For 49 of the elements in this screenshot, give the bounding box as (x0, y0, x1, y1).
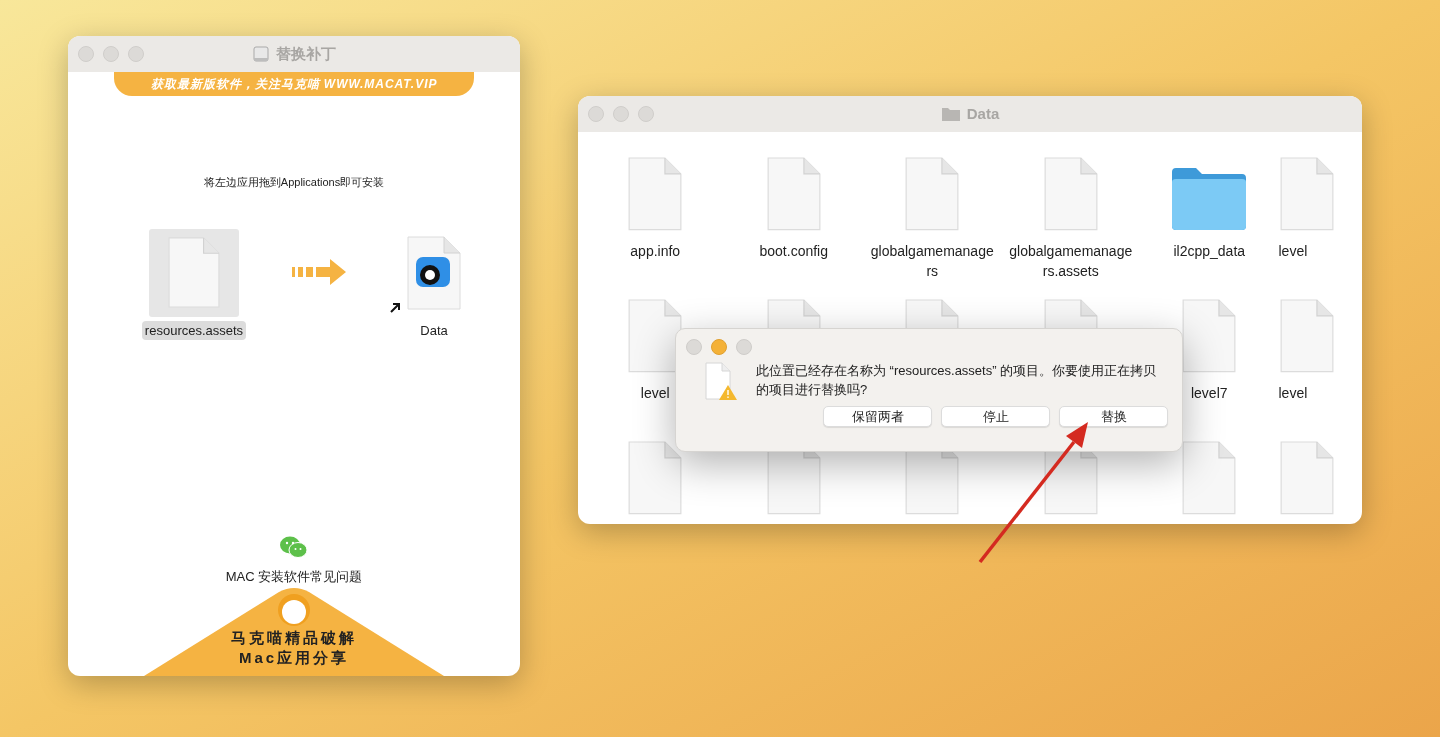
file-name: level (639, 384, 671, 403)
window-title: Data (966, 103, 1000, 124)
file-name: level (1278, 242, 1308, 261)
faq-link[interactable]: MAC 安装软件常见问题 (225, 566, 363, 586)
window-control[interactable] (613, 106, 629, 122)
app-document-icon[interactable] (405, 234, 463, 311)
file-icon (1042, 156, 1099, 232)
window-control[interactable] (103, 46, 119, 62)
file-name: level7 (1189, 384, 1229, 403)
source-item-icon-frame[interactable] (149, 228, 239, 317)
promo-banner: 获取最新版软件，关注马克喵 WWW.MACAT.VIP (114, 72, 474, 96)
file-icon (1278, 440, 1335, 516)
file-icon (1278, 298, 1335, 374)
file-name: globalgamemanagers.assets (1008, 242, 1133, 281)
window-control[interactable] (78, 46, 94, 62)
window-control[interactable] (736, 339, 752, 355)
window-control[interactable] (128, 46, 144, 62)
file-name: boot.config (758, 242, 829, 261)
file-icon (765, 156, 822, 232)
window-control[interactable] (588, 106, 604, 122)
file-warning-icon (704, 361, 738, 401)
window-title: 替换补丁 (276, 43, 336, 64)
dialog-button[interactable]: 停止 (941, 406, 1050, 427)
file-icon (1278, 156, 1335, 232)
mascot-avatar (278, 594, 310, 626)
item-label: Data (420, 321, 448, 340)
alias-arrow-icon (389, 300, 401, 313)
file-icon (627, 156, 684, 232)
file-name: globalgamemanagers (870, 242, 995, 281)
dialog-button[interactable]: 替换 (1059, 406, 1168, 427)
window-control[interactable] (711, 339, 727, 355)
dialog-message: 此位置已经存在名称为 “resources.assets” 的项目。你要使用正在拷贝的项目进行替换吗? (756, 362, 1158, 399)
file-icon (904, 156, 961, 232)
window-control[interactable] (638, 106, 654, 122)
file-icon (627, 440, 684, 516)
chat-bubbles-icon (279, 534, 309, 559)
install-instruction: 将左边应用拖到Applications即可安装 (203, 175, 385, 190)
folder-icon (1170, 166, 1249, 232)
file-name: app.info (629, 242, 682, 261)
file-name: level (1278, 384, 1308, 403)
promo-text: 马克喵精品破解 (231, 628, 357, 648)
promo-text: Mac应用分享 (238, 648, 350, 668)
file-name: il2cpp_data (1172, 242, 1247, 261)
folder-icon (940, 106, 961, 122)
window-control[interactable] (686, 339, 702, 355)
file-icon (167, 236, 221, 309)
drag-arrow-icon (292, 258, 346, 285)
dialog-button[interactable]: 保留两者 (823, 406, 932, 427)
item-label: resources.assets (141, 320, 247, 340)
